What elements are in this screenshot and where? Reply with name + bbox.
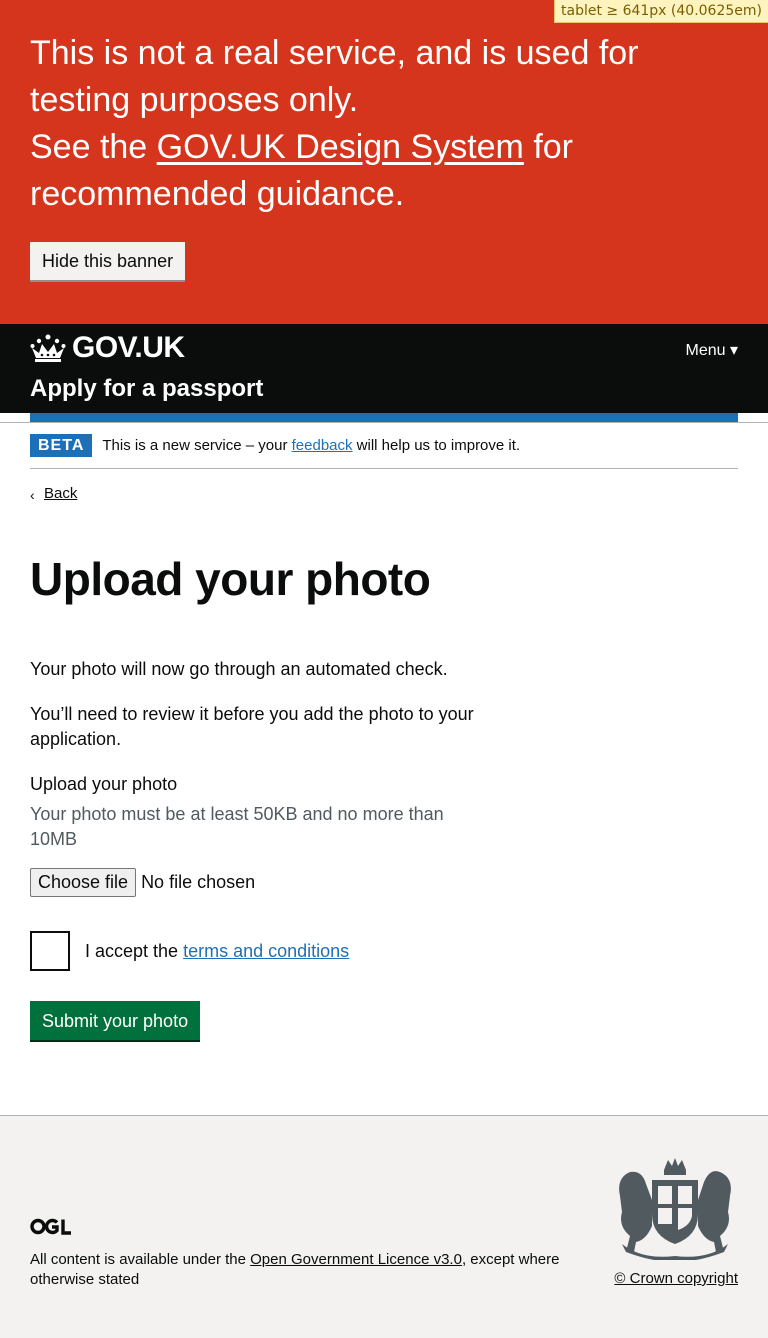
phase-text-after: will help us to improve it. [352,437,521,454]
hide-banner-button[interactable]: Hide this banner [30,242,186,280]
ogl-logo-icon [30,1218,71,1235]
phase-banner: BETA This is a new service – your feedba… [30,423,738,469]
warning-line1: This is not a real service, and is used … [30,34,639,119]
design-system-link[interactable]: GOV.UK Design System [157,128,524,166]
submit-photo-button[interactable]: Submit your photo [30,1001,201,1040]
terms-checkbox-label[interactable]: I accept the terms and conditions [85,941,349,962]
chevron-left-icon: ‹ [30,487,35,503]
accept-text: I accept the [85,940,184,961]
crown-icon [30,334,66,362]
warning-see-the: See the [30,128,157,166]
review-paragraph: You’ll need to review it before you add … [30,704,474,749]
licence-before: All content is available under the [30,1251,251,1268]
upload-label: Upload your photo [30,774,178,794]
crown-copyright-link[interactable]: © Crown copyright [614,1270,738,1287]
phase-text: This is a new service – your feedback wi… [102,437,520,454]
back-link[interactable]: ‹ Back [30,485,78,503]
file-status: No file chosen [141,872,256,892]
warning-text: This is not a real service, and is used … [30,30,738,218]
main-content: BETA This is a new service – your feedba… [0,423,768,1040]
warning-banner: This is not a real service, and is used … [0,0,768,324]
site-footer: All content is available under the Open … [0,1115,768,1338]
breakpoint-badge: tablet ≥ 641px (40.0625em) [554,0,768,23]
feedback-link[interactable]: feedback [292,437,353,454]
terms-checkbox[interactable] [30,931,70,971]
terms-checkbox-row: I accept the terms and conditions [30,931,738,971]
intro-paragraph: Your photo will now go through an automa… [30,659,448,679]
licence-text: All content is available under the Open … [30,1250,590,1290]
site-header: GOV.UK Apply for a passport Menu ▾ [0,324,768,413]
choose-file-button[interactable]: Choose file [30,868,137,897]
ogl-link[interactable]: Open Government Licence v3.0 [250,1251,462,1268]
phase-text-before: This is a new service – your [102,437,292,454]
phase-tag: BETA [30,434,93,457]
back-link-label: Back [44,485,78,502]
menu-button[interactable]: Menu ▾ [686,340,739,360]
file-upload: Choose file No file chosen [30,868,738,897]
royal-coat-of-arms-icon [619,1158,731,1260]
govuk-logo[interactable]: GOV.UK [30,331,738,364]
service-name[interactable]: Apply for a passport [30,375,738,403]
logo-text: GOV.UK [72,331,185,364]
page-title: Upload your photo [30,553,431,605]
upload-hint: Your photo must be at least 50KB and no … [30,804,444,849]
terms-link[interactable]: terms and conditions [183,941,349,961]
